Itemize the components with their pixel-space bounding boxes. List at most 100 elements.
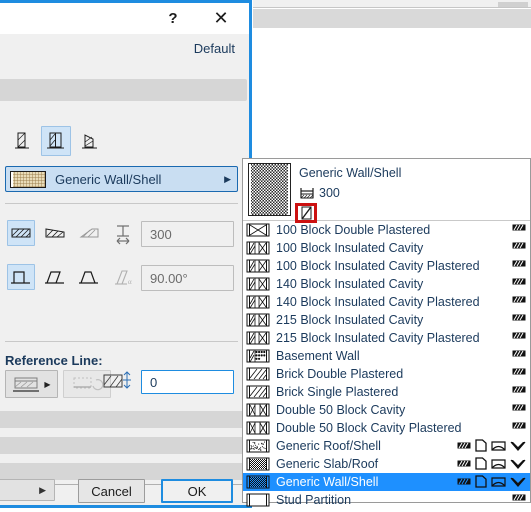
chevron-down-icon[interactable]: ▶ [44, 380, 50, 389]
slanted-profile-icon[interactable] [75, 220, 103, 246]
double-slanted-edge-icon[interactable] [75, 264, 103, 290]
list-item-tags [512, 403, 526, 412]
list-item[interactable]: 100 Block Insulated Cavity Plastered [243, 257, 530, 275]
panel-header-band[interactable] [0, 79, 247, 101]
list-item[interactable]: 100 Block Double Plastered [243, 221, 530, 239]
composite-x-icon [246, 223, 270, 237]
thickness-icon [113, 224, 133, 246]
list-item-tags [457, 457, 526, 470]
wall-tag-icon [512, 241, 526, 250]
list-item-label: 100 Block Double Plastered [276, 223, 430, 237]
divider-1 [5, 203, 238, 204]
wall-tag-icon [512, 349, 526, 358]
composite-cavity-icon [246, 277, 270, 291]
material-swatch-icon [10, 171, 46, 188]
composite-dots-icon [246, 349, 270, 363]
list-item[interactable]: Double 50 Block Cavity [243, 401, 530, 419]
list-item-tags [512, 277, 526, 286]
chevron-right-icon[interactable]: ▶ [224, 174, 231, 185]
cancel-button[interactable]: Cancel [78, 479, 145, 503]
preview-thumbnail [248, 163, 291, 216]
polygon-wall-icon[interactable] [75, 126, 105, 156]
wall-tag-icon [512, 313, 526, 322]
wall-tag-icon [512, 331, 526, 340]
list-item[interactable]: Generic Slab/Roof [243, 455, 530, 473]
vertical-edge-icon[interactable] [7, 264, 35, 290]
preview-thickness-value: 300 [319, 186, 340, 200]
list-item-label: Generic Wall/Shell [276, 475, 378, 489]
list-item[interactable]: Double 50 Block Cavity Plastered [243, 419, 530, 437]
generic-checker-icon [246, 457, 270, 471]
collapsed-panel-3[interactable] [0, 463, 247, 480]
help-icon[interactable]: ? [151, 3, 195, 34]
svg-text:α: α [128, 278, 132, 286]
list-item[interactable]: Brick Double Plastered [243, 365, 530, 383]
list-item[interactable]: Brick Single Plastered [243, 383, 530, 401]
list-item-label: Basement Wall [276, 349, 360, 363]
building-material-popup: Generic Wall/Shell 300 100 Block Double … [242, 158, 531, 503]
list-item[interactable]: Stud Partition [243, 491, 530, 509]
more-options-button[interactable]: ▶ [0, 479, 55, 501]
slanted-edge-icon[interactable] [41, 264, 69, 290]
list-item-label: Stud Partition [276, 493, 351, 507]
list-item[interactable]: 215 Block Insulated Cavity Plastered [243, 329, 530, 347]
list-item-label: Generic Roof/Shell [276, 439, 381, 453]
list-item[interactable]: 140 Block Insulated Cavity Plastered [243, 293, 530, 311]
reference-line-position-button[interactable]: ▶ [5, 370, 58, 398]
building-material-combo[interactable]: Generic Wall/Shell ▶ [5, 166, 238, 192]
collapsed-panel-1[interactable] [0, 411, 247, 428]
hatch-diagonal-icon [246, 385, 270, 399]
wall-tag-icon [457, 459, 471, 468]
divider-2 [5, 341, 238, 342]
wall-tag-icon [457, 477, 471, 486]
close-icon[interactable]: ✕ [199, 3, 243, 34]
angle-icon: α [113, 268, 135, 288]
geometry-method-toolbar [7, 126, 105, 156]
reference-line-label: Reference Line: [5, 353, 103, 368]
straight-wall-icon[interactable] [7, 126, 37, 156]
profile-toolbar [7, 220, 103, 246]
preview-name: Generic Wall/Shell [299, 166, 401, 180]
composite-cavity-icon [246, 313, 270, 327]
list-item[interactable]: Basement Wall [243, 347, 530, 365]
building-material-value: Generic Wall/Shell [55, 172, 224, 187]
material-list[interactable]: 100 Block Double Plastered 100 Block Insu… [243, 221, 530, 509]
host-app-header-band [253, 9, 531, 28]
toolbar-button-stub[interactable] [498, 2, 528, 7]
basic-profile-icon[interactable] [7, 220, 35, 246]
generic-speckle-icon [246, 439, 270, 453]
wall-tag-icon [512, 385, 526, 394]
composite-double-icon [246, 421, 270, 435]
thickness-input[interactable]: 300 [141, 221, 234, 247]
thickness-dimension-icon [299, 186, 315, 200]
list-item-label: Brick Double Plastered [276, 367, 403, 381]
screen: ? ✕ Default Generic Wall/Shell ▶ 300 α 9… [0, 0, 531, 512]
list-item-tags [457, 475, 526, 488]
curved-wall-icon[interactable] [41, 126, 71, 156]
list-item[interactable]: Generic Wall/Shell [243, 473, 530, 491]
dialog-titlebar: ? ✕ [0, 3, 249, 34]
roof-tag-icon [510, 458, 526, 470]
list-item[interactable]: 100 Block Insulated Cavity [243, 239, 530, 257]
list-item[interactable]: 140 Block Insulated Cavity [243, 275, 530, 293]
list-item-tags [512, 331, 526, 340]
page-tag-icon [475, 457, 487, 470]
reference-offset-input[interactable]: 0 [141, 370, 234, 394]
list-item-tags [512, 223, 526, 232]
list-item[interactable]: Generic Roof/Shell [243, 437, 530, 455]
angle-input[interactable]: 90.00° [141, 265, 234, 291]
list-item-tags [512, 259, 526, 268]
list-item-label: 140 Block Insulated Cavity [276, 277, 423, 291]
wall-tag-icon [512, 259, 526, 268]
list-item-label: Double 50 Block Cavity Plastered [276, 421, 462, 435]
list-item[interactable]: 215 Block Insulated Cavity [243, 311, 530, 329]
collapsed-panel-2[interactable] [0, 437, 247, 454]
shell-tag-icon [491, 458, 506, 470]
list-item-label: 100 Block Insulated Cavity [276, 241, 423, 255]
complex-profile-icon[interactable] [41, 220, 69, 246]
page-tag-icon [475, 475, 487, 488]
list-item-tags [457, 439, 526, 452]
highlighted-structure-icon[interactable] [295, 203, 317, 223]
ok-button[interactable]: OK [161, 479, 233, 503]
host-app-toolbar-strip [253, 0, 531, 8]
